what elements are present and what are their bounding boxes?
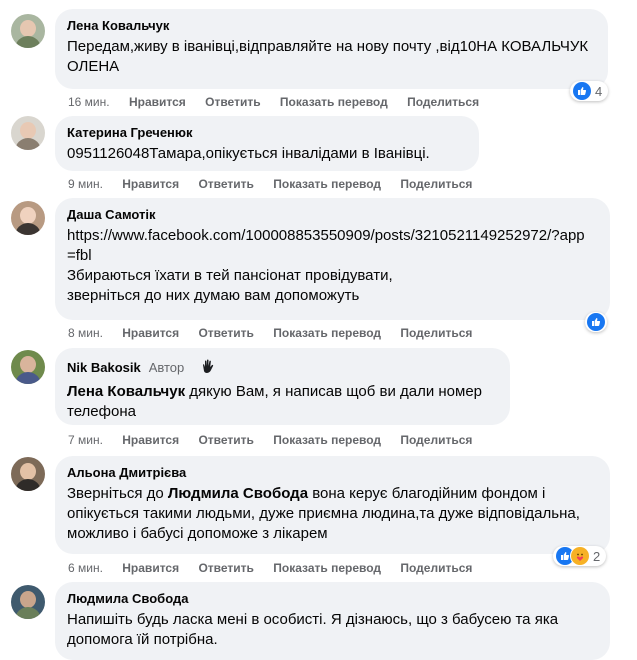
- comment-author[interactable]: Альона Дмитрієва: [67, 465, 186, 481]
- translate-button[interactable]: Показать перевод: [273, 560, 381, 576]
- comment-author: Nik Bakosik Автор: [67, 356, 218, 380]
- share-button[interactable]: Поделиться: [400, 560, 472, 576]
- comment-author[interactable]: Катерина Греченюк: [67, 125, 193, 141]
- like-button[interactable]: Нравится: [122, 176, 179, 192]
- avatar[interactable]: [11, 457, 45, 491]
- comment-actions: 9 мин. Нравится Ответить Показать перево…: [68, 176, 488, 192]
- avatar[interactable]: [11, 14, 45, 48]
- comment-actions: 16 мин. Нравится Ответить Показать перев…: [68, 94, 495, 110]
- comment-time[interactable]: 6 мин.: [68, 560, 103, 576]
- reply-button[interactable]: Ответить: [205, 94, 260, 110]
- avatar[interactable]: [11, 201, 45, 235]
- comment-author[interactable]: Даша Самотік: [67, 207, 156, 223]
- translate-button[interactable]: Показать перевод: [273, 325, 381, 341]
- comment-time[interactable]: 9 мин.: [68, 176, 103, 192]
- translate-button[interactable]: Показать перевод: [280, 94, 388, 110]
- translate-button[interactable]: Показать перевод: [273, 432, 381, 448]
- like-icon: [587, 313, 605, 331]
- comment-author[interactable]: Людмила Свобода: [67, 591, 188, 607]
- like-button[interactable]: Нравится: [122, 432, 179, 448]
- mention-link[interactable]: Лена Ковальчук: [67, 383, 185, 400]
- comment-bubble: Людмила Свобода Напишіть будь ласка мені…: [55, 582, 610, 660]
- like-icon: [573, 82, 591, 100]
- comment-bubble: Даша Самотік https://www.facebook.com/10…: [55, 198, 610, 320]
- comment-text: Напишіть будь ласка мені в особисті. Я д…: [67, 611, 559, 648]
- share-button[interactable]: Поделиться: [400, 432, 472, 448]
- reply-button[interactable]: Ответить: [198, 176, 253, 192]
- comment-text: Лена Ковальчук дякую Вам, я написав щоб …: [67, 382, 498, 422]
- reply-button[interactable]: Ответить: [198, 560, 253, 576]
- comment-author[interactable]: Лена Ковальчук: [67, 18, 169, 34]
- comment-bubble: Альона Дмитрієва Зверніться до Людмила С…: [55, 456, 610, 554]
- comment-bubble: Nik Bakosik Автор Лена Ковальчук дякую Ва…: [55, 348, 510, 425]
- avatar[interactable]: [11, 350, 45, 384]
- reactions-summary[interactable]: 2: [553, 546, 607, 566]
- comment-bubble: Лена Ковальчук Передам,живу в іванівці,в…: [55, 9, 608, 89]
- avatar[interactable]: [11, 116, 45, 150]
- like-button[interactable]: Нравится: [129, 94, 186, 110]
- comment-time[interactable]: 7 мин.: [68, 432, 103, 448]
- wave-icon: [197, 356, 218, 380]
- reply-button[interactable]: Ответить: [198, 325, 253, 341]
- share-button[interactable]: Поделиться: [400, 325, 472, 341]
- share-button[interactable]: Поделиться: [400, 176, 472, 192]
- comment-actions: 8 мин. Нравится Ответить Показать перево…: [68, 325, 488, 341]
- reactions-summary[interactable]: 4: [570, 81, 609, 101]
- comment-text: Передам,живу в іванівці,відправляйте на …: [67, 38, 589, 75]
- share-button[interactable]: Поделиться: [407, 94, 479, 110]
- comment-time[interactable]: 8 мин.: [68, 325, 103, 341]
- comment-text: Збираються їхати в тей пансіонат провіду…: [67, 267, 393, 304]
- like-button[interactable]: Нравится: [122, 560, 179, 576]
- like-button[interactable]: Нравится: [122, 325, 179, 341]
- comment-time[interactable]: 16 мин.: [68, 94, 110, 110]
- reactions-summary[interactable]: [585, 312, 607, 332]
- avatar[interactable]: [11, 585, 45, 619]
- comment-text: 0951126048Тамара,опікується інвалідами в…: [67, 145, 430, 162]
- author-name[interactable]: Nik Bakosik: [67, 360, 141, 375]
- reaction-count: 4: [595, 83, 603, 99]
- comment-text: Зверніться до Людмила Свобода вона керує…: [67, 484, 598, 544]
- comment-actions: 7 мин. Нравится Ответить Показать перево…: [68, 432, 488, 448]
- comment-bubble: Катерина Греченюк 0951126048Тамара,опіку…: [55, 116, 479, 171]
- comment-actions: 6 мин. Нравится Ответить Показать перево…: [68, 560, 488, 576]
- reply-button[interactable]: Ответить: [198, 432, 253, 448]
- comment-body: Зверніться до: [67, 485, 168, 502]
- care-icon: [571, 547, 589, 565]
- mention-link[interactable]: Людмила Свобода: [168, 485, 308, 502]
- author-badge: Автор: [148, 360, 185, 375]
- reaction-count: 2: [593, 548, 601, 564]
- translate-button[interactable]: Показать перевод: [273, 176, 381, 192]
- comment-link[interactable]: https://www.facebook.com/100008853550909…: [67, 226, 592, 266]
